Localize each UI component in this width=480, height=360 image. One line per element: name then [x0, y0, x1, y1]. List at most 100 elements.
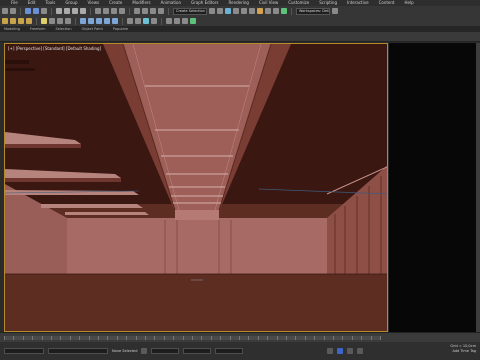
render-frame-icon[interactable] — [273, 8, 279, 14]
timeline-tick — [192, 336, 193, 340]
timeline-tick — [163, 336, 165, 340]
uvw-map-icon[interactable] — [88, 18, 94, 24]
timeline-tick — [22, 336, 24, 340]
extrude-icon[interactable] — [96, 18, 102, 24]
timeline-tick — [351, 336, 353, 340]
curve-editor-icon[interactable] — [241, 8, 247, 14]
turbosmooth-icon[interactable] — [104, 18, 110, 24]
timeline-tick — [98, 336, 99, 340]
timeline-tick — [361, 336, 363, 340]
group-icon[interactable] — [127, 18, 133, 24]
project-folder-icon[interactable] — [332, 8, 338, 14]
toolbar-separator — [161, 17, 162, 25]
maxscript-listener[interactable] — [4, 348, 44, 354]
floor — [5, 274, 387, 331]
add-time-tag[interactable]: Add Time Tag — [453, 349, 477, 353]
freeze-icon[interactable] — [143, 18, 149, 24]
left-shelf-5 — [65, 212, 149, 215]
teapot-icon[interactable] — [190, 18, 196, 24]
play-icon[interactable] — [327, 348, 334, 354]
coord-y-field[interactable] — [183, 348, 212, 354]
timeline-tick — [295, 336, 297, 340]
lock-selection-icon[interactable] — [141, 348, 148, 354]
window-crossing-icon[interactable] — [80, 8, 86, 14]
camera-icon[interactable] — [49, 18, 55, 24]
selection-region-icon[interactable] — [72, 8, 78, 14]
selection-set-dropdown[interactable]: Create Selection Se — [173, 7, 207, 15]
tab-modeling[interactable]: Modeling — [4, 27, 20, 31]
select-object-icon[interactable] — [56, 8, 62, 14]
tab-freeform[interactable]: Freeform — [30, 27, 46, 31]
layer-explorer-icon[interactable] — [225, 8, 231, 14]
timeline-tick — [79, 336, 81, 340]
bind-space-warp-icon[interactable] — [41, 8, 47, 14]
timeline-tick — [173, 336, 175, 340]
cylinder-icon[interactable] — [18, 18, 24, 24]
render-icon[interactable] — [281, 8, 287, 14]
render-preview-icon[interactable] — [166, 18, 172, 24]
toolbar-separator — [20, 7, 21, 15]
viewport-label[interactable]: [+] [Perspective] [Standard] [Default Sh… — [8, 46, 101, 51]
ribbon-panel — [0, 32, 480, 42]
isolate-icon[interactable] — [151, 18, 157, 24]
spacewarp-icon[interactable] — [65, 18, 71, 24]
select-by-name-icon[interactable] — [64, 8, 70, 14]
timeline-tick — [370, 336, 372, 340]
mirror-icon[interactable] — [209, 8, 215, 14]
unlink-icon[interactable] — [33, 8, 39, 14]
timeline-tick — [126, 336, 128, 340]
toolbar-separator — [90, 7, 91, 15]
move-icon[interactable] — [95, 8, 101, 14]
render-setup-icon[interactable] — [265, 8, 271, 14]
timeline-tick — [116, 336, 118, 340]
time-config-icon[interactable] — [357, 348, 364, 354]
timeline-tick — [32, 336, 34, 340]
perspective-viewport[interactable]: [+] [Perspective] [Standard] [Default Sh… — [4, 43, 388, 332]
scale-icon[interactable] — [111, 8, 117, 14]
toolbar-separator — [36, 17, 37, 25]
hide-icon[interactable] — [135, 18, 141, 24]
undo-icon[interactable] — [2, 8, 8, 14]
timeline-tick — [239, 336, 240, 340]
tab-populate[interactable]: Populate — [113, 27, 128, 31]
angle-snap-icon[interactable] — [150, 8, 156, 14]
workspaces-dropdown[interactable]: Workspaces: Default — [296, 7, 330, 15]
box-icon[interactable] — [2, 18, 8, 24]
ribbon-toggle-icon[interactable] — [233, 8, 239, 14]
align-icon[interactable] — [217, 8, 223, 14]
command-panel[interactable] — [389, 43, 476, 332]
tab-selection[interactable]: Selection — [56, 27, 72, 31]
plane-icon[interactable] — [26, 18, 32, 24]
snaps-toggle-icon[interactable] — [142, 8, 148, 14]
rotate-icon[interactable] — [103, 8, 109, 14]
timeline[interactable] — [0, 332, 480, 342]
time-slider-track[interactable] — [4, 336, 381, 340]
shell-icon[interactable] — [112, 18, 118, 24]
coord-z-field[interactable] — [215, 348, 244, 354]
place-icon[interactable] — [119, 8, 125, 14]
helper-icon[interactable] — [57, 18, 63, 24]
redo-icon[interactable] — [10, 8, 16, 14]
schematic-view-icon[interactable] — [249, 8, 255, 14]
coord-x-field[interactable] — [151, 348, 180, 354]
tab-object-paint[interactable]: Object Paint — [82, 27, 103, 31]
timeline-tick — [135, 336, 137, 340]
timeline-tick — [145, 336, 146, 340]
light-icon[interactable] — [41, 18, 47, 24]
timeline-tick — [88, 336, 90, 340]
pivot-icon[interactable] — [134, 8, 140, 14]
sphere-icon[interactable] — [10, 18, 16, 24]
timeline-tick — [220, 336, 222, 340]
auto-key-icon[interactable] — [337, 348, 344, 354]
set-key-icon[interactable] — [347, 348, 354, 354]
status-bar: None Selected Grid = 10,0cm Add Time Tag — [0, 342, 480, 360]
environment-icon[interactable] — [174, 18, 180, 24]
timeline-tick — [333, 336, 334, 340]
link-icon[interactable] — [25, 8, 31, 14]
edit-poly-icon[interactable] — [80, 18, 86, 24]
timeline-tick — [380, 336, 381, 340]
percent-snap-icon[interactable] — [158, 8, 164, 14]
panel-scrollbar[interactable] — [476, 43, 480, 332]
effects-icon[interactable] — [182, 18, 188, 24]
material-editor-icon[interactable] — [257, 8, 263, 14]
